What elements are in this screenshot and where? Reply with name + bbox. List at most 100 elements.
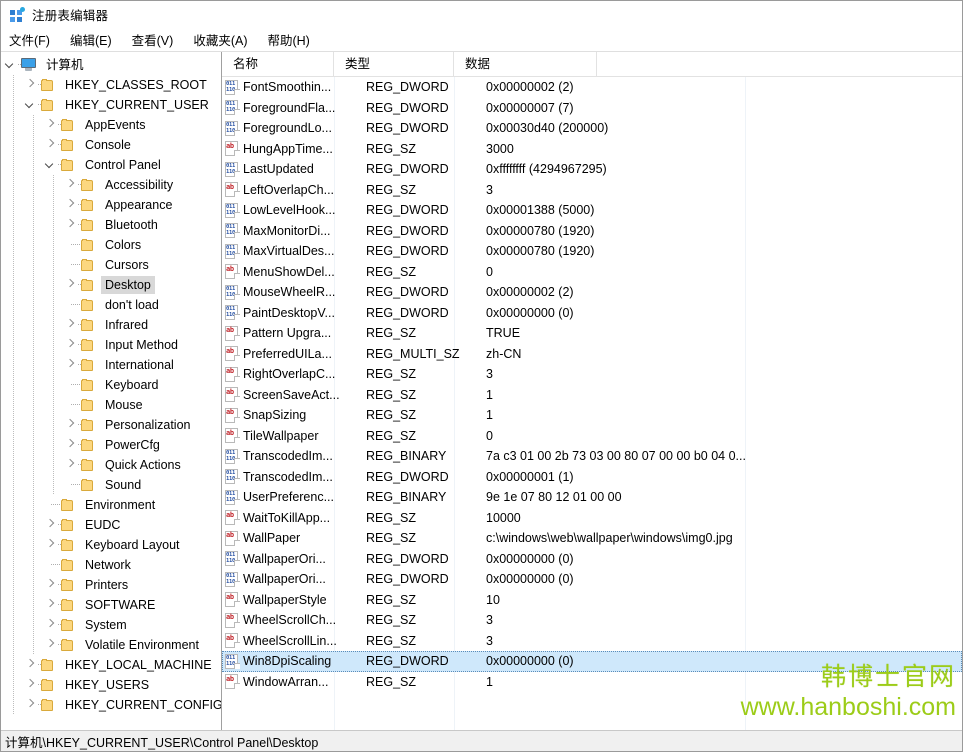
table-row[interactable]: 011110TranscodedIm...REG_DWORD0x00000001… bbox=[222, 467, 962, 488]
chevron-right-icon[interactable] bbox=[61, 415, 81, 435]
menu-item-2[interactable]: 编辑(E) bbox=[70, 28, 121, 51]
tree-node-hkey-current-config[interactable]: HKEY_CURRENT_CONFIG bbox=[1, 695, 221, 715]
table-row[interactable]: abLeftOverlapCh...REG_SZ3 bbox=[222, 180, 962, 201]
table-row[interactable]: 011110LowLevelHook...REG_DWORD0x00001388… bbox=[222, 200, 962, 221]
table-row[interactable]: abPattern Upgra...REG_SZTRUE bbox=[222, 323, 962, 344]
chevron-right-icon[interactable] bbox=[61, 455, 81, 475]
tree-node-keyboard[interactable]: Keyboard bbox=[1, 375, 221, 395]
chevron-right-icon[interactable] bbox=[41, 515, 61, 535]
tree-node-software[interactable]: SOFTWARE bbox=[1, 595, 221, 615]
tree-node-environment[interactable]: Environment bbox=[1, 495, 221, 515]
chevron-right-icon[interactable] bbox=[61, 215, 81, 235]
chevron-right-icon[interactable] bbox=[61, 175, 81, 195]
table-row[interactable]: 011110MouseWheelR...REG_DWORD0x00000002 … bbox=[222, 282, 962, 303]
chevron-down-icon[interactable] bbox=[41, 155, 61, 175]
tree-node-hkey-local-machine[interactable]: HKEY_LOCAL_MACHINE bbox=[1, 655, 221, 675]
table-row[interactable]: abWaitToKillApp...REG_SZ10000 bbox=[222, 508, 962, 529]
registry-values-list[interactable]: 011110FontSmoothin...REG_DWORD0x00000002… bbox=[222, 77, 962, 692]
chevron-right-icon[interactable] bbox=[41, 575, 61, 595]
table-row[interactable]: 011110Win8DpiScalingREG_DWORD0x00000000 … bbox=[222, 651, 962, 672]
chevron-right-icon[interactable] bbox=[61, 355, 81, 375]
table-row[interactable]: abWallPaperREG_SZc:\windows\web\wallpape… bbox=[222, 528, 962, 549]
menu-item-5[interactable]: 帮助(H) bbox=[267, 28, 318, 51]
tree-node-mouse[interactable]: Mouse bbox=[1, 395, 221, 415]
table-row[interactable]: 011110WallpaperOri...REG_DWORD0x00000000… bbox=[222, 569, 962, 590]
table-row[interactable]: abHungAppTime...REG_SZ3000 bbox=[222, 139, 962, 160]
registry-values-pane[interactable]: 名称 类型 数据 011110FontSmoothin...REG_DWORD0… bbox=[222, 52, 962, 730]
table-row[interactable]: 011110FontSmoothin...REG_DWORD0x00000002… bbox=[222, 77, 962, 98]
tree-node-hkey-current-user[interactable]: HKEY_CURRENT_USER bbox=[1, 95, 221, 115]
chevron-right-icon[interactable] bbox=[41, 535, 61, 555]
tree-node-control-panel[interactable]: Control Panel bbox=[1, 155, 221, 175]
tree-node-system[interactable]: System bbox=[1, 615, 221, 635]
chevron-right-icon[interactable] bbox=[41, 635, 61, 655]
tree-node-keyboard-layout[interactable]: Keyboard Layout bbox=[1, 535, 221, 555]
tree-node-volatile-environment[interactable]: Volatile Environment bbox=[1, 635, 221, 655]
tree-node-printers[interactable]: Printers bbox=[1, 575, 221, 595]
table-row[interactable]: abPreferredUILa...REG_MULTI_SZzh-CN bbox=[222, 344, 962, 365]
table-row[interactable]: abWindowArran...REG_SZ1 bbox=[222, 672, 962, 693]
chevron-right-icon[interactable] bbox=[61, 275, 81, 295]
table-row[interactable]: abMenuShowDel...REG_SZ0 bbox=[222, 262, 962, 283]
tree-node-cursors[interactable]: Cursors bbox=[1, 255, 221, 275]
tree-node-hkey-users[interactable]: HKEY_USERS bbox=[1, 675, 221, 695]
tree-node-appearance[interactable]: Appearance bbox=[1, 195, 221, 215]
menu-item-3[interactable]: 查看(V) bbox=[132, 28, 183, 51]
tree-node-infrared[interactable]: Infrared bbox=[1, 315, 221, 335]
tree-node-sound[interactable]: Sound bbox=[1, 475, 221, 495]
tree-node-network[interactable]: Network bbox=[1, 555, 221, 575]
tree-node-international[interactable]: International bbox=[1, 355, 221, 375]
chevron-right-icon[interactable] bbox=[41, 615, 61, 635]
chevron-right-icon[interactable] bbox=[61, 195, 81, 215]
table-row[interactable]: abWallpaperStyleREG_SZ10 bbox=[222, 590, 962, 611]
tree-node-personalization[interactable]: Personalization bbox=[1, 415, 221, 435]
chevron-right-icon[interactable] bbox=[21, 75, 41, 95]
chevron-right-icon[interactable] bbox=[41, 135, 61, 155]
chevron-down-icon[interactable] bbox=[21, 95, 41, 115]
table-row[interactable]: abTileWallpaperREG_SZ0 bbox=[222, 426, 962, 447]
column-header-name[interactable]: 名称 bbox=[222, 52, 334, 77]
table-row[interactable]: 011110WallpaperOri...REG_DWORD0x00000000… bbox=[222, 549, 962, 570]
tree-node-powercfg[interactable]: PowerCfg bbox=[1, 435, 221, 455]
tree-node-appevents[interactable]: AppEvents bbox=[1, 115, 221, 135]
tree-node-[interactable]: 计算机 bbox=[1, 55, 221, 75]
chevron-right-icon[interactable] bbox=[61, 435, 81, 455]
table-row[interactable]: 011110ForegroundLo...REG_DWORD0x00030d40… bbox=[222, 118, 962, 139]
column-header-type[interactable]: 类型 bbox=[334, 52, 454, 77]
table-row[interactable]: abSnapSizingREG_SZ1 bbox=[222, 405, 962, 426]
table-row[interactable]: 011110MaxMonitorDi...REG_DWORD0x00000780… bbox=[222, 221, 962, 242]
tree-node-input-method[interactable]: Input Method bbox=[1, 335, 221, 355]
chevron-right-icon[interactable] bbox=[61, 335, 81, 355]
menu-item-1[interactable]: 文件(F) bbox=[9, 28, 59, 51]
table-row[interactable]: 011110UserPreferenc...REG_BINARY9e 1e 07… bbox=[222, 487, 962, 508]
tree-node-quick-actions[interactable]: Quick Actions bbox=[1, 455, 221, 475]
chevron-right-icon[interactable] bbox=[41, 115, 61, 135]
chevron-right-icon[interactable] bbox=[21, 655, 41, 675]
registry-tree-pane[interactable]: 计算机HKEY_CLASSES_ROOTHKEY_CURRENT_USERApp… bbox=[1, 52, 222, 730]
tree-node-desktop[interactable]: Desktop bbox=[1, 275, 221, 295]
column-header-data[interactable]: 数据 bbox=[454, 52, 597, 77]
chevron-right-icon[interactable] bbox=[21, 695, 41, 715]
tree-node-console[interactable]: Console bbox=[1, 135, 221, 155]
table-row[interactable]: 011110MaxVirtualDes...REG_DWORD0x0000078… bbox=[222, 241, 962, 262]
table-row[interactable]: abWheelScrollLin...REG_SZ3 bbox=[222, 631, 962, 652]
tree-node-hkey-classes-root[interactable]: HKEY_CLASSES_ROOT bbox=[1, 75, 221, 95]
table-row[interactable]: 011110PaintDesktopV...REG_DWORD0x0000000… bbox=[222, 303, 962, 324]
table-row[interactable]: abWheelScrollCh...REG_SZ3 bbox=[222, 610, 962, 631]
chevron-down-icon[interactable] bbox=[1, 55, 21, 75]
tree-node-accessibility[interactable]: Accessibility bbox=[1, 175, 221, 195]
table-row[interactable]: 011110TranscodedIm...REG_BINARY7a c3 01 … bbox=[222, 446, 962, 467]
table-row[interactable]: 011110LastUpdatedREG_DWORD0xffffffff (42… bbox=[222, 159, 962, 180]
cell-value-data: 9e 1e 07 80 12 01 00 00 bbox=[475, 490, 962, 504]
menu-item-4[interactable]: 收藏夹(A) bbox=[193, 28, 256, 51]
table-row[interactable]: abRightOverlapC...REG_SZ3 bbox=[222, 364, 962, 385]
chevron-right-icon[interactable] bbox=[41, 595, 61, 615]
tree-node-don-t-load[interactable]: don't load bbox=[1, 295, 221, 315]
table-row[interactable]: 011110ForegroundFla...REG_DWORD0x0000000… bbox=[222, 98, 962, 119]
tree-node-bluetooth[interactable]: Bluetooth bbox=[1, 215, 221, 235]
table-row[interactable]: abScreenSaveAct...REG_SZ1 bbox=[222, 385, 962, 406]
chevron-right-icon[interactable] bbox=[61, 315, 81, 335]
chevron-right-icon[interactable] bbox=[21, 675, 41, 695]
tree-node-eudc[interactable]: EUDC bbox=[1, 515, 221, 535]
tree-node-colors[interactable]: Colors bbox=[1, 235, 221, 255]
